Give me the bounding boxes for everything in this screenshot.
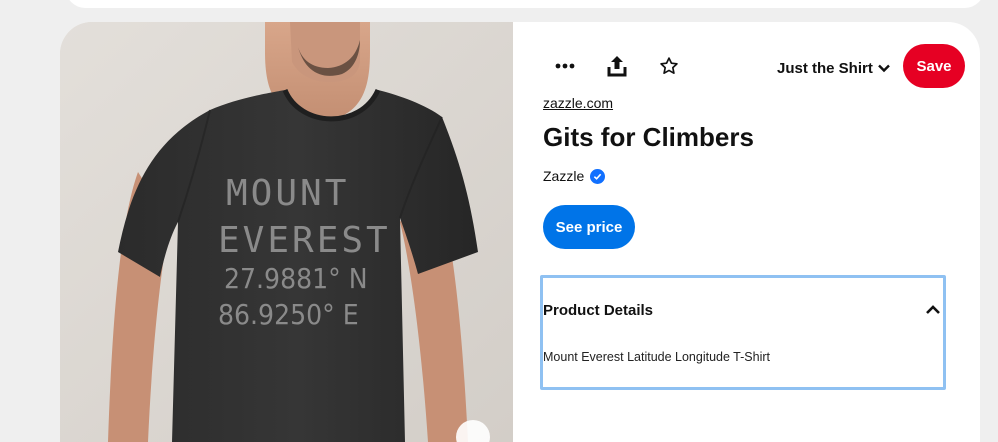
chevron-up-icon [926, 305, 940, 314]
pin-title: Gits for Climbers [543, 122, 754, 152]
product-details-heading: Product Details [543, 302, 654, 319]
share-upload-icon[interactable] [597, 46, 637, 86]
shirt-print-line2: EVEREST [218, 220, 391, 261]
see-price-button[interactable]: See price [543, 205, 635, 249]
pin-image[interactable]: MOUNT EVEREST 27.9881° N 86.9250° E [60, 22, 513, 442]
product-description: Mount Everest Latitude Longitude T-Shirt [543, 350, 770, 364]
creator-name[interactable]: Zazzle [543, 168, 584, 184]
tshirt-photo: MOUNT EVEREST 27.9881° N 86.9250° E [60, 22, 513, 442]
pin-details-panel: Just the Shirt Save zazzle.com Gits for … [513, 22, 980, 442]
verified-check-icon [590, 168, 606, 184]
pin-closeup-card: MOUNT EVEREST 27.9881° N 86.9250° E Just… [60, 22, 980, 442]
shirt-print-line1: MOUNT [226, 173, 349, 214]
chevron-down-icon [878, 64, 890, 73]
shirt-print-line4: 86.9250° E [218, 298, 359, 331]
shirt-print-line3: 27.9881° N [224, 262, 368, 295]
board-name: Just the Shirt [777, 59, 873, 77]
more-dots-icon[interactable] [545, 46, 585, 86]
source-link[interactable]: zazzle.com [543, 95, 613, 111]
product-details-toggle[interactable]: Product Details [543, 278, 943, 340]
star-outline-icon[interactable] [649, 46, 689, 86]
previous-pin-card [66, 0, 984, 8]
board-selector[interactable]: Just the Shirt [777, 56, 891, 80]
product-details-section: Product Details Mount Everest Latitude L… [540, 275, 946, 390]
save-button[interactable]: Save [903, 44, 965, 88]
creator-row[interactable]: Zazzle [543, 168, 606, 184]
